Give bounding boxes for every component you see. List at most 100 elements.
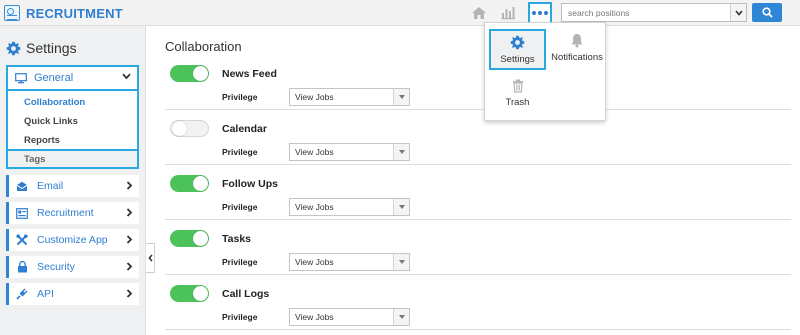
sidebar-item-label: Recruitment (37, 207, 94, 219)
toggle-knob (193, 66, 208, 81)
feature-row-news-feed: News Feed Privilege View Jobs (165, 55, 791, 110)
privilege-value: View Jobs (295, 202, 334, 212)
privilege-label: Privilege (222, 92, 258, 102)
gear-icon (510, 35, 525, 50)
chevron-right-icon (126, 181, 133, 190)
privilege-label: Privilege (222, 312, 258, 322)
chevron-left-icon (147, 254, 153, 262)
sidebar-item-customize-app[interactable]: Customize App (6, 229, 139, 251)
feature-name: Follow Ups (222, 178, 278, 190)
menu-item-label: Notifications (551, 52, 603, 63)
submenu-item-reports[interactable]: Reports (24, 135, 60, 146)
dot (538, 11, 542, 15)
privilege-value: View Jobs (295, 147, 334, 157)
privilege-select[interactable]: View Jobs (289, 253, 410, 271)
privilege-value: View Jobs (295, 257, 334, 267)
privilege-select[interactable]: View Jobs (289, 198, 410, 216)
chart-icon[interactable] (499, 3, 517, 23)
search-button[interactable] (752, 3, 782, 22)
home-icon[interactable] (470, 3, 488, 23)
sidebar-item-label: General (34, 72, 74, 84)
sidebar-item-general[interactable]: General (6, 65, 139, 91)
lock-icon (15, 261, 29, 273)
feature-name: Tasks (222, 233, 251, 245)
brand[interactable]: RECRUITMENT (4, 3, 123, 23)
settings-header: Settings (6, 40, 77, 56)
recruitment-logo-icon (4, 5, 20, 21)
toggle-knob (193, 286, 208, 301)
privilege-select[interactable]: View Jobs (289, 88, 410, 106)
feature-name: Call Logs (222, 288, 270, 300)
privilege-value: View Jobs (295, 312, 334, 322)
toggle-knob (193, 176, 208, 191)
sidebar-item-security[interactable]: Security (6, 256, 139, 278)
submenu-item-collaboration[interactable]: Collaboration (24, 97, 85, 108)
monitor-icon (15, 72, 27, 83)
sidebar-item-label: Security (37, 261, 75, 273)
feature-name: News Feed (222, 68, 277, 80)
feature-toggle[interactable] (170, 120, 209, 137)
menu-item-notifications[interactable]: Notifications (549, 33, 605, 63)
privilege-label: Privilege (222, 202, 258, 212)
email-icon (15, 181, 29, 192)
feature-row-follow-ups: Follow Ups Privilege View Jobs (165, 165, 791, 220)
dot (532, 11, 536, 15)
submenu-item-quick-links[interactable]: Quick Links (24, 116, 78, 127)
search-input[interactable] (562, 4, 730, 21)
caret-down-icon (393, 309, 409, 325)
chevron-down-icon (122, 73, 131, 80)
privilege-label: Privilege (222, 257, 258, 267)
settings-title: Settings (26, 40, 77, 56)
caret-down-icon (393, 254, 409, 270)
submenu-item-label: Tags (24, 154, 46, 165)
chevron-right-icon (126, 262, 133, 271)
recruitment-icon (15, 207, 29, 219)
more-menu: Settings Notifications Trash (484, 22, 606, 121)
feature-toggle[interactable] (170, 175, 209, 192)
brand-name: RECRUITMENT (26, 5, 123, 21)
top-bar: RECRUITMENT (0, 0, 800, 26)
bell-icon (571, 34, 583, 48)
plug-icon (15, 288, 29, 300)
tools-icon (15, 234, 29, 246)
toggle-knob (172, 121, 187, 136)
chevron-right-icon (126, 235, 133, 244)
sidebar: Settings General Collaboration Quick Lin… (0, 26, 146, 335)
feature-toggle[interactable] (170, 65, 209, 82)
feature-toggle[interactable] (170, 285, 209, 302)
search-box (561, 3, 747, 22)
feature-row-calendar: Calendar Privilege View Jobs (165, 110, 791, 165)
sidebar-item-recruitment[interactable]: Recruitment (6, 202, 139, 224)
menu-item-trash[interactable]: Trash (489, 79, 546, 108)
sidebar-item-api[interactable]: API (6, 283, 139, 305)
sidebar-item-label: Email (37, 180, 64, 192)
more-dots-icon[interactable] (528, 2, 552, 24)
submenu-item-tags[interactable]: Tags (6, 149, 139, 169)
privilege-label: Privilege (222, 147, 258, 157)
page-title: Collaboration (165, 39, 242, 54)
chevron-right-icon (126, 289, 133, 298)
privilege-value: View Jobs (295, 92, 334, 102)
feature-name: Calendar (222, 123, 267, 135)
sidebar-collapse-button[interactable] (146, 243, 155, 273)
privilege-select[interactable]: View Jobs (289, 308, 410, 326)
menu-item-settings[interactable]: Settings (489, 29, 546, 70)
sidebar-item-email[interactable]: Email (6, 175, 139, 197)
caret-down-icon (393, 199, 409, 215)
toggle-knob (193, 231, 208, 246)
dot (544, 11, 548, 15)
caret-down-icon (393, 89, 409, 105)
feature-toggle[interactable] (170, 230, 209, 247)
search-icon (761, 7, 773, 18)
privilege-select[interactable]: View Jobs (289, 143, 410, 161)
main-content: Collaboration News Feed Privilege View J… (155, 26, 800, 335)
menu-item-label: Settings (500, 54, 535, 65)
caret-down-icon (393, 144, 409, 160)
search-dropdown[interactable] (730, 4, 746, 21)
chevron-down-icon (734, 9, 743, 16)
feature-row-tasks: Tasks Privilege View Jobs (165, 220, 791, 275)
sidebar-item-label: Customize App (37, 234, 108, 246)
trash-icon (512, 79, 523, 93)
sidebar-item-label: API (37, 288, 54, 300)
menu-item-label: Trash (505, 97, 530, 108)
